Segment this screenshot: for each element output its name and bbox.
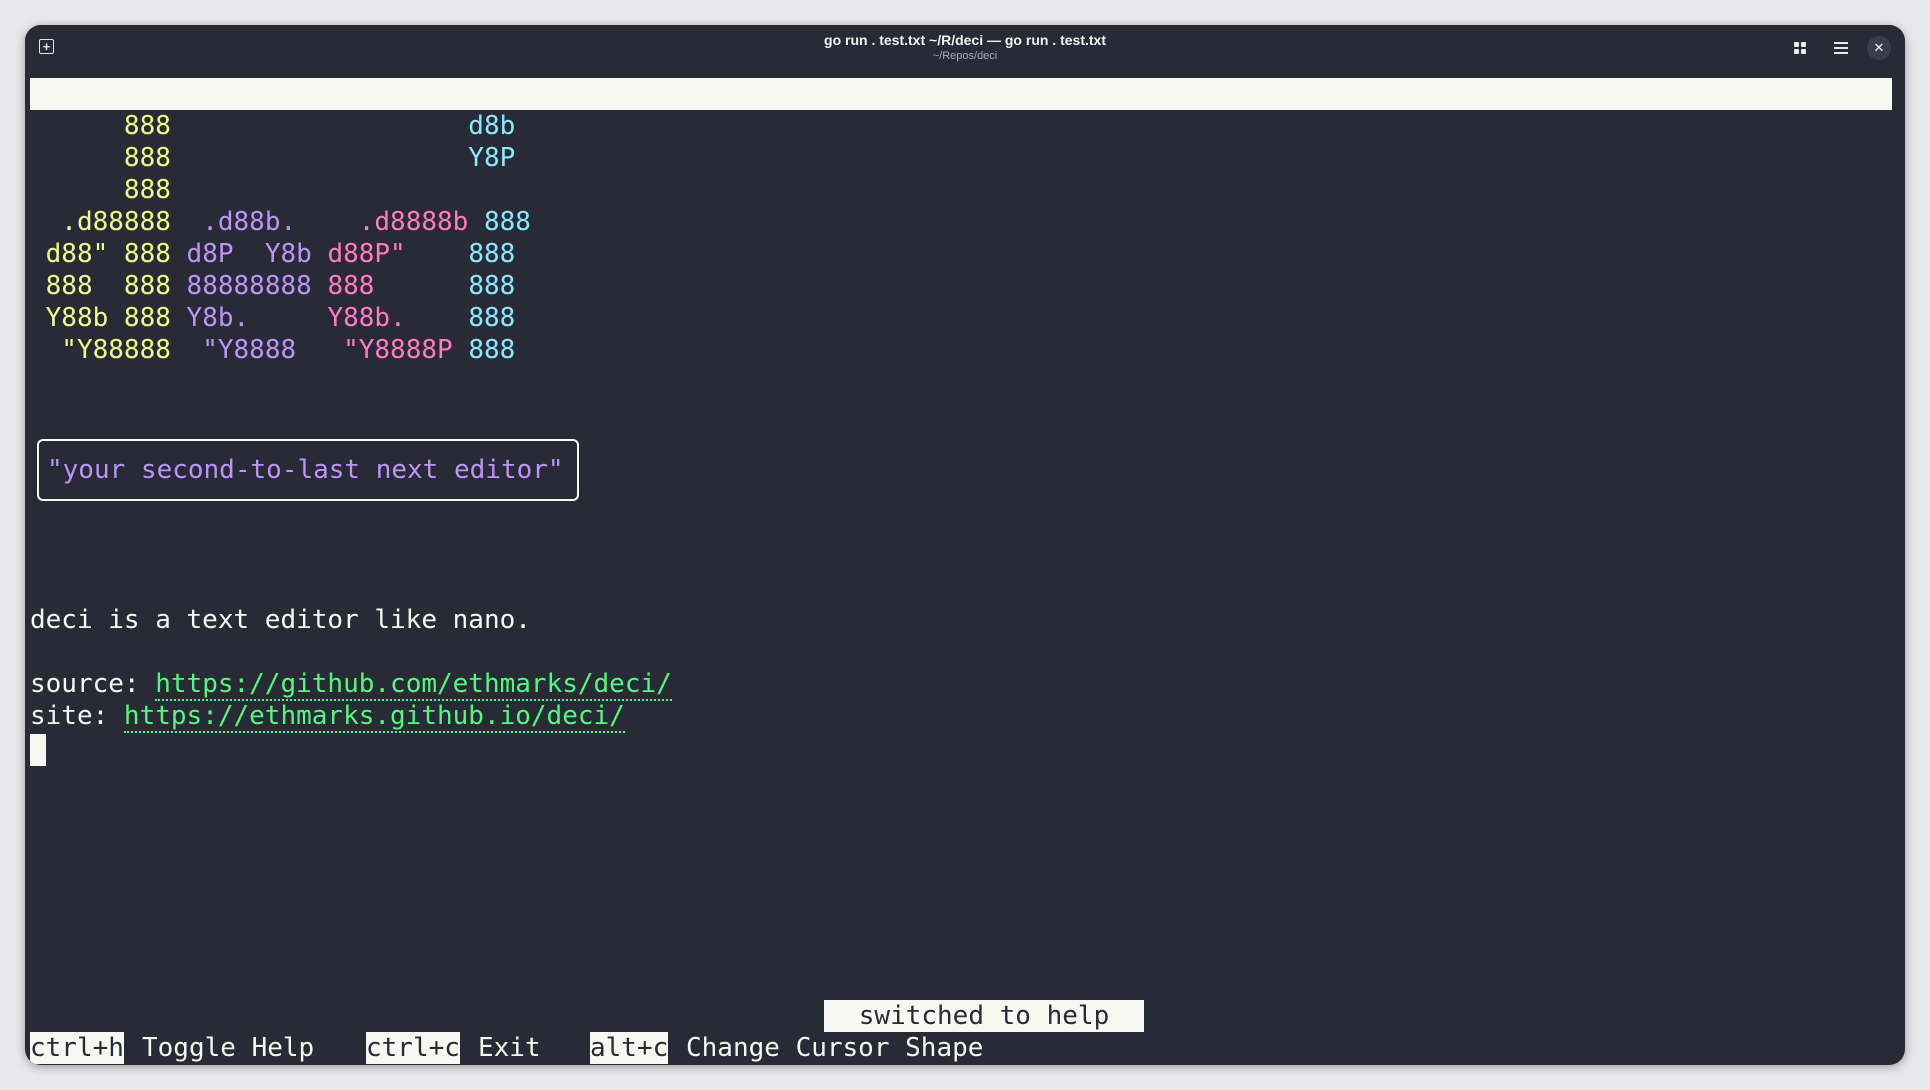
ascii-logo-segment: 888 [30, 111, 469, 141]
ascii-logo-row: 888 888 88888888 888 888 [30, 270, 516, 302]
ascii-logo-segment: "Y8888P [327, 335, 469, 365]
ascii-logo-row: Y88b 888 Y8b. Y88b. 888 [30, 302, 516, 334]
site-link[interactable]: https://ethmarks.github.io/deci/ [123, 701, 625, 733]
title-bar[interactable]: + go run . test.txt ~/R/deci — go run . … [25, 25, 1905, 71]
source-label: source: [30, 669, 156, 699]
window-subtitle: ~/Repos/deci [932, 50, 998, 62]
ascii-logo-segment: 888 [468, 239, 516, 269]
window-title: go run . test.txt ~/R/deci — go run . te… [824, 32, 1106, 48]
ascii-logo-segment: 888 [30, 175, 171, 205]
source-link[interactable]: https://github.com/ethmarks/deci/ [155, 669, 672, 701]
ascii-logo-segment: d88" 888 [30, 239, 187, 269]
ascii-logo-row: 888 Y8P [30, 142, 515, 174]
desc-exit: Exit [478, 1033, 541, 1063]
ascii-logo-segment: 888 [327, 271, 469, 301]
description-text: deci is a text editor like nano. [30, 605, 531, 635]
ascii-logo-row: 888 d8b [30, 110, 515, 142]
ascii-logo-segment: .d88b. [186, 207, 328, 237]
ascii-logo-segment: Y88b 888 [30, 303, 187, 333]
desc-toggle-help: Toggle Help [142, 1033, 315, 1063]
ascii-logo-segment: .d88888 [30, 207, 187, 237]
hamburger-menu-icon[interactable] [1829, 37, 1851, 59]
ascii-logo-segment: d8P Y8b [186, 239, 328, 269]
ascii-logo-row: .d88888 .d88b. .d8888b 888 [30, 206, 531, 238]
ascii-logo-segment: 888 [468, 303, 516, 333]
ascii-logo-row: d88" 888 d8P Y8b d88P" 888 [30, 238, 516, 270]
help-bar: ctrl+h Toggle Help ctrl+c Exit alt+c Cha… [30, 1032, 983, 1064]
terminal-content[interactable]: deci 0.2.2 by @ethmarks 888 d8b 888 Y8P … [30, 78, 1895, 1064]
ascii-logo-segment: Y8b. [186, 303, 328, 333]
ascii-logo-segment: d8b [468, 111, 516, 141]
ascii-logo-segment: d88P" [327, 239, 469, 269]
close-icon[interactable]: ✕ [1867, 36, 1891, 60]
source-line: source: https://github.com/ethmarks/deci… [30, 668, 672, 701]
ascii-logo-segment: 88888888 [186, 271, 328, 301]
key-ctrl-h[interactable]: ctrl+h [30, 1032, 124, 1064]
status-message: switched to help [824, 1000, 1144, 1032]
text-cursor [30, 734, 46, 766]
ascii-logo-segment: Y88b. [327, 303, 469, 333]
author-credit: by @ethmarks [1672, 143, 1860, 173]
site-line: site: https://ethmarks.github.io/deci/ [30, 700, 625, 733]
ascii-logo-segment: "Y8888 [186, 335, 328, 365]
ascii-logo-segment: 888 [468, 271, 516, 301]
ascii-logo-row: 888 [30, 174, 171, 206]
grid-icon[interactable] [1789, 37, 1811, 59]
ascii-logo-segment: "Y88888 [30, 335, 187, 365]
ascii-logo-segment: 888 [483, 207, 531, 237]
ascii-logo-segment: 888 [30, 143, 469, 173]
ascii-logo-segment: Y8P [468, 143, 516, 173]
tagline-box: "your second-to-last next editor" [37, 439, 579, 501]
terminal-window: + go run . test.txt ~/R/deci — go run . … [25, 25, 1905, 1065]
desc-change-cursor-shape: Change Cursor Shape [686, 1033, 984, 1063]
key-ctrl-c[interactable]: ctrl+c [366, 1032, 460, 1064]
editor-header-bar: deci 0.2.2 by @ethmarks [30, 78, 1892, 173]
ascii-logo-segment: .d8888b [327, 207, 484, 237]
key-alt-c[interactable]: alt+c [590, 1032, 669, 1064]
site-label: site: [30, 701, 124, 731]
ascii-logo-row: "Y88888 "Y8888 "Y8888P 888 [30, 334, 515, 366]
ascii-logo-segment: 888 [468, 335, 516, 365]
ascii-logo-segment: 888 888 [30, 271, 187, 301]
